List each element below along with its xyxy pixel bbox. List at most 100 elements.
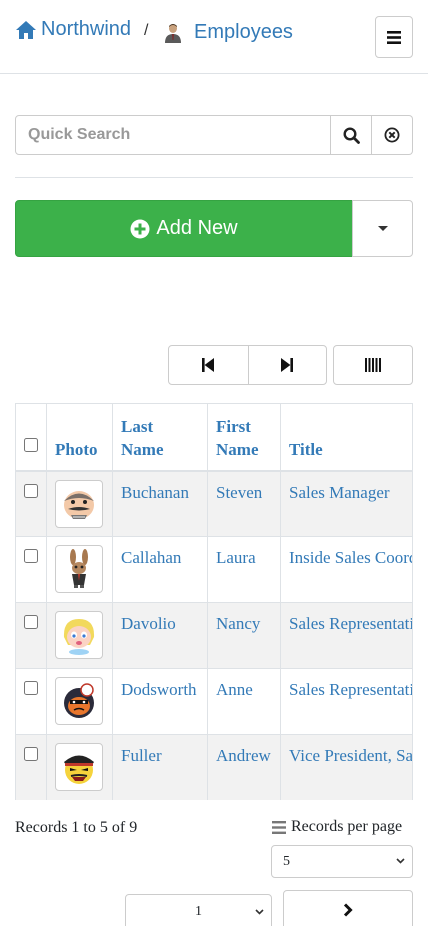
last-name-cell: Dodsworth: [112, 668, 208, 735]
search-icon: [342, 126, 360, 144]
chevron-right-icon: [343, 903, 353, 917]
mustache-man-avatar[interactable]: [55, 479, 103, 528]
quick-search-group: [15, 115, 413, 155]
last-name-cell: Buchanan: [112, 470, 208, 537]
employee-icon: [165, 23, 181, 43]
first-name-link[interactable]: Nancy: [216, 614, 260, 633]
quick-search-input[interactable]: [15, 115, 331, 155]
photo-cell: [46, 734, 113, 800]
columns-icon: [365, 358, 381, 372]
step-forward-icon: [281, 358, 294, 372]
page-number-select[interactable]: 1: [125, 894, 272, 926]
photo-cell: [46, 470, 113, 537]
breadcrumb-separator: /: [144, 22, 149, 39]
title-link[interactable]: Sales Representative: [289, 614, 412, 633]
first-name-link[interactable]: Laura: [216, 548, 256, 567]
title-cell: Sales Representative: [280, 668, 412, 735]
first-name-cell: Laura: [207, 536, 281, 603]
first-page-button[interactable]: [169, 346, 248, 384]
column-header-last-name[interactable]: Last Name: [112, 403, 208, 472]
add-options-dropdown[interactable]: [352, 200, 413, 257]
title-cell: Sales Representative: [280, 602, 412, 669]
photo-cell: [46, 602, 113, 669]
table-row: Callahan Laura Inside Sales Coordinator: [15, 536, 412, 603]
last-name-cell: Davolio: [112, 602, 208, 669]
plus-circle-icon: [130, 219, 150, 238]
row-select-cell: [15, 734, 47, 800]
first-name-cell: Anne: [207, 668, 281, 735]
search-button[interactable]: [331, 115, 372, 155]
row-checkbox[interactable]: [24, 747, 38, 761]
row-select-cell: [15, 602, 47, 669]
row-checkbox[interactable]: [24, 681, 38, 695]
column-header-title[interactable]: Title: [280, 403, 412, 472]
hamburger-icon: [387, 30, 401, 44]
close-circle-icon: [384, 127, 400, 143]
page-title: Employees: [194, 21, 293, 43]
first-name-cell: Andrew: [207, 734, 281, 800]
first-name-link[interactable]: Anne: [216, 680, 253, 699]
select-all-cell: [15, 403, 47, 472]
home-icon: [16, 20, 36, 39]
pager-first-last-group: [168, 345, 327, 385]
last-name-link[interactable]: Buchanan: [121, 483, 189, 502]
records-per-page-select[interactable]: 5: [271, 845, 413, 878]
column-header-first-name[interactable]: First Name: [207, 403, 281, 472]
title-link[interactable]: Sales Representative: [289, 680, 412, 699]
table-row: Dodsworth Anne Sales Representative: [15, 668, 412, 735]
next-page-button[interactable]: [283, 890, 413, 926]
add-new-button[interactable]: Add New: [15, 200, 353, 257]
last-name-link[interactable]: Fuller: [121, 746, 162, 765]
last-page-button[interactable]: [247, 346, 327, 384]
employees-grid: Photo Last Name First Name Title Buchana…: [15, 403, 413, 800]
last-name-cell: Callahan: [112, 536, 208, 603]
title-cell: Sales Manager: [280, 470, 412, 537]
last-name-link[interactable]: Callahan: [121, 548, 181, 567]
title-cell: Vice President, Sales: [280, 734, 412, 800]
chevron-down-icon: [255, 909, 264, 915]
records-per-page-text: Records per page: [291, 818, 403, 835]
title-cell: Inside Sales Coordinator: [280, 536, 412, 603]
row-select-cell: [15, 536, 47, 603]
list-icon: [272, 820, 286, 834]
menu-button[interactable]: [375, 16, 413, 58]
chevron-down-icon: [396, 858, 405, 864]
row-select-cell: [15, 668, 47, 735]
divider: [15, 177, 413, 178]
last-name-link[interactable]: Davolio: [121, 614, 176, 633]
table-row: Fuller Andrew Vice President, Sales: [15, 734, 412, 800]
photo-cell: [46, 668, 113, 735]
select-all-checkbox[interactable]: [24, 437, 38, 452]
blonde-girl-avatar[interactable]: [55, 611, 103, 659]
first-name-cell: Nancy: [207, 602, 281, 669]
title-link[interactable]: Sales Manager: [289, 483, 390, 502]
table-row: Davolio Nancy Sales Representative: [15, 602, 412, 669]
officer-cap-avatar[interactable]: [55, 743, 103, 791]
row-select-cell: [15, 470, 47, 537]
column-chooser-button[interactable]: [333, 345, 413, 385]
first-name-link[interactable]: Andrew: [216, 746, 271, 765]
records-summary: Records 1 to 5 of 9: [15, 819, 138, 836]
title-link[interactable]: Inside Sales Coordinator: [289, 548, 412, 567]
page-number-value: 1: [195, 904, 202, 919]
add-new-label: Add New: [156, 217, 238, 239]
row-checkbox[interactable]: [24, 615, 38, 629]
row-checkbox[interactable]: [24, 483, 38, 498]
breadcrumb-home[interactable]: Northwind: [15, 18, 131, 41]
title-link[interactable]: Vice President, Sales: [289, 746, 412, 765]
first-name-link[interactable]: Steven: [216, 483, 262, 502]
column-header-photo[interactable]: Photo: [46, 403, 113, 472]
photo-cell: [46, 536, 113, 603]
table-header-row: Photo Last Name First Name Title: [15, 403, 412, 472]
row-checkbox[interactable]: [24, 549, 38, 563]
bomb-face-avatar[interactable]: [55, 677, 103, 725]
records-per-page-label: Records per page: [272, 818, 402, 836]
brand-label: Northwind: [41, 18, 132, 40]
table-row: Buchanan Steven Sales Manager: [15, 470, 412, 537]
caret-down-icon: [377, 226, 388, 231]
last-name-link[interactable]: Dodsworth: [121, 680, 197, 699]
top-navbar: Northwind / Employees: [0, 0, 428, 74]
breadcrumb-current[interactable]: Employees: [164, 21, 293, 44]
clear-search-button[interactable]: [372, 115, 413, 155]
rabbit-avatar[interactable]: [55, 545, 103, 593]
